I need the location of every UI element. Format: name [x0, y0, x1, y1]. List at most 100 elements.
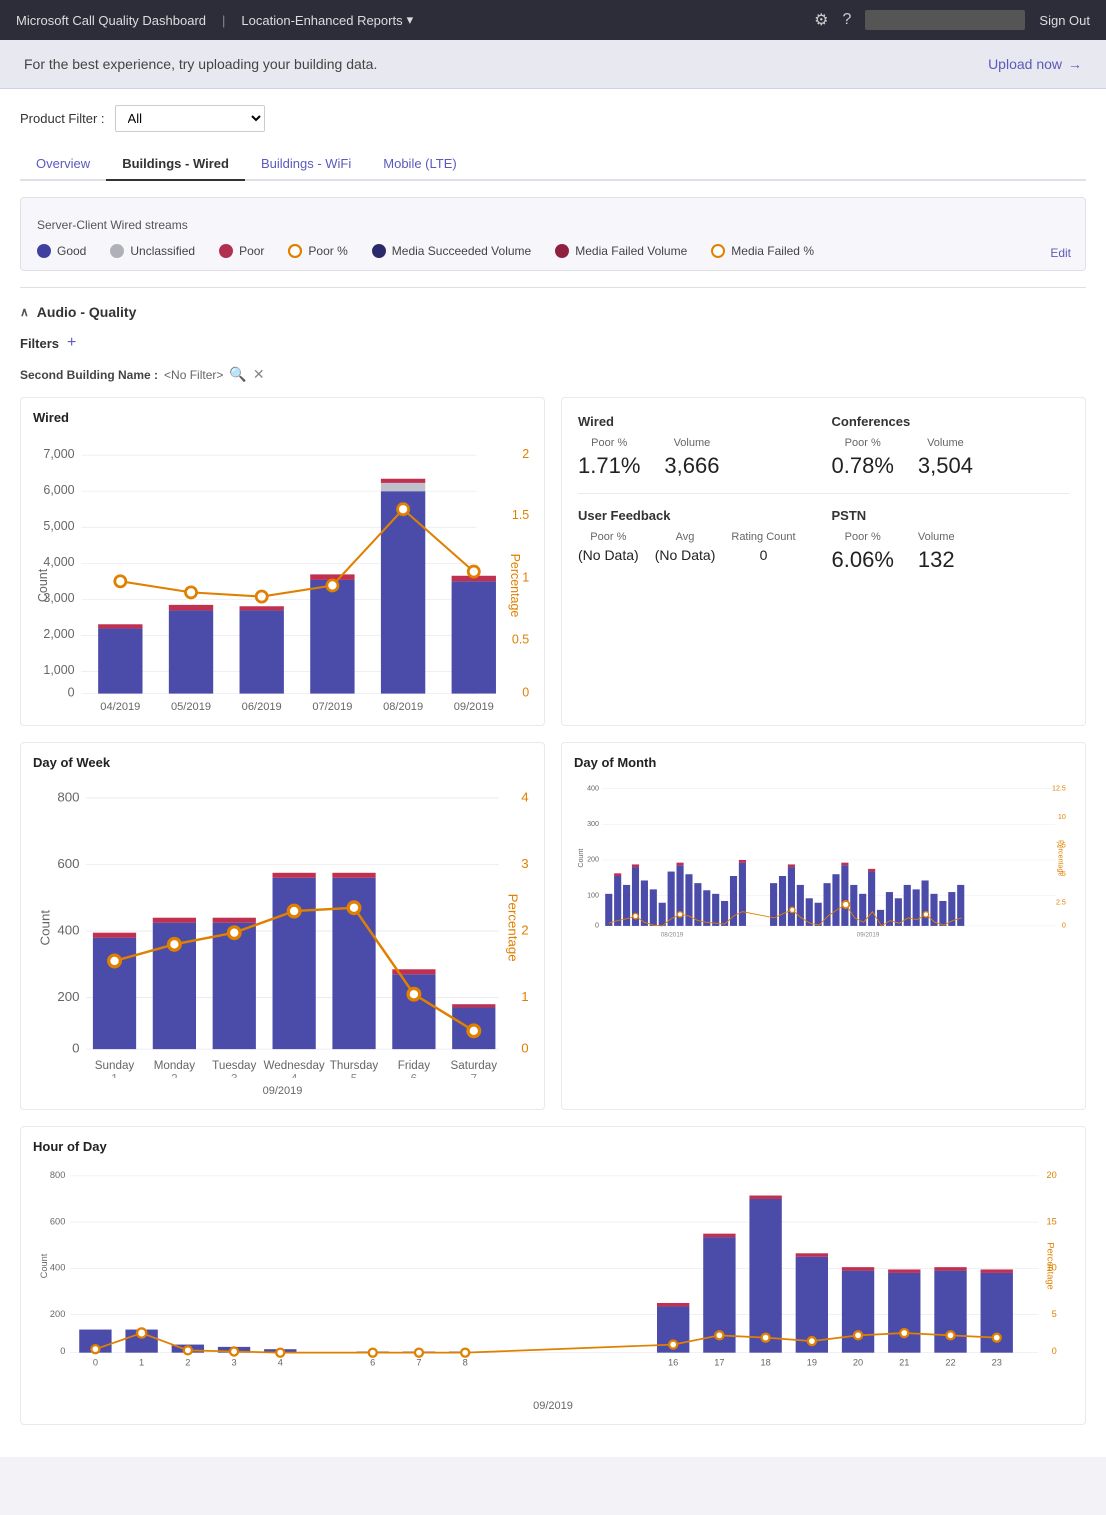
legend-poor: Poor [219, 244, 264, 258]
main-content: Product Filter : All Teams Skype for Bus… [0, 89, 1106, 1457]
pstn-volume-label: Volume [918, 531, 955, 543]
day-of-week-svg: 800 600 400 200 0 [33, 778, 532, 1077]
svg-text:Sunday: Sunday [95, 1059, 135, 1072]
stats-grid: Wired Poor % 1.71% Volume 3,666 C [578, 414, 1069, 479]
svg-text:2: 2 [521, 923, 528, 938]
svg-text:200: 200 [50, 1308, 65, 1318]
legend-unclassified: Unclassified [110, 244, 195, 258]
pstn-stats: PSTN Poor % 6.06% Volume 132 [832, 508, 1070, 573]
svg-text:2.5: 2.5 [1056, 899, 1066, 907]
wired-poor-pct-value: 1.71% [578, 453, 640, 479]
stats-panel: Wired Poor % 1.71% Volume 3,666 C [561, 397, 1086, 726]
gear-icon[interactable]: ⚙ [814, 10, 828, 30]
svg-text:0: 0 [72, 1041, 79, 1056]
day-of-month-svg: 400 300 200 100 0 12.5 10 7.5 5 2 [574, 778, 1073, 956]
wired-chart-svg-wrap: 7,000 6,000 5,000 4,000 3,000 2,000 1,00… [33, 433, 532, 713]
svg-text:0: 0 [68, 685, 75, 699]
legend-dot-good [37, 244, 51, 258]
filter-clear-icon[interactable]: ✕ [253, 366, 265, 383]
second-building-label: Second Building Name : [20, 368, 158, 382]
user-feedback-row: Poor % (No Data) Avg (No Data) Rating Co… [578, 531, 816, 563]
svg-text:1: 1 [111, 1073, 117, 1078]
svg-text:3: 3 [521, 856, 528, 871]
audio-quality-header[interactable]: ∧ Audio - Quality [20, 304, 1086, 320]
banner: For the best experience, try uploading y… [0, 40, 1106, 89]
svg-text:04/2019: 04/2019 [100, 701, 140, 710]
svg-text:Percentage: Percentage [506, 894, 521, 962]
top-nav: Microsoft Call Quality Dashboard | Locat… [0, 0, 1106, 40]
svg-text:15: 15 [1047, 1216, 1057, 1226]
svg-text:2: 2 [185, 1357, 190, 1367]
feedback-avg-value: (No Data) [655, 547, 716, 563]
svg-text:07/2019: 07/2019 [312, 701, 352, 710]
product-filter-select[interactable]: All Teams Skype for Business [115, 105, 265, 132]
filter-chip-row: Second Building Name : <No Filter> 🔍 ✕ [20, 366, 1086, 383]
collapse-arrow-icon: ∧ [20, 305, 29, 319]
svg-text:22: 22 [945, 1357, 955, 1367]
svg-text:20: 20 [1047, 1170, 1057, 1180]
svg-text:4: 4 [278, 1357, 283, 1367]
svg-text:5: 5 [1052, 1308, 1057, 1318]
tab-buildings-wifi[interactable]: Buildings - WiFi [245, 148, 367, 181]
svg-text:19: 19 [807, 1357, 817, 1367]
svg-text:06/2019: 06/2019 [242, 701, 282, 710]
upload-link[interactable]: Upload now → [988, 56, 1082, 72]
wired-poor-pct-label: Poor % [578, 437, 640, 449]
svg-text:0: 0 [93, 1357, 98, 1367]
legend-good: Good [37, 244, 86, 258]
pstn-poor-pct-col: Poor % 6.06% [832, 531, 894, 573]
stats-grid-2: User Feedback Poor % (No Data) Avg (No D… [578, 508, 1069, 573]
svg-text:400: 400 [587, 785, 599, 793]
svg-text:0: 0 [522, 685, 529, 699]
banner-text: For the best experience, try uploading y… [24, 56, 377, 72]
svg-text:0: 0 [1062, 922, 1066, 930]
conf-poor-pct-label: Poor % [832, 437, 894, 449]
svg-text:2: 2 [522, 447, 529, 461]
svg-text:Count: Count [36, 568, 50, 602]
pstn-poor-pct-label: Poor % [832, 531, 894, 543]
svg-text:21: 21 [899, 1357, 909, 1367]
pstn-volume-value: 132 [918, 547, 955, 573]
nav-link[interactable]: Location-Enhanced Reports ▾ [241, 12, 413, 28]
svg-text:600: 600 [57, 856, 79, 871]
legend-media-failed: Media Failed Volume [555, 244, 687, 258]
filters-label: Filters [20, 336, 59, 351]
edit-button[interactable]: Edit [1050, 246, 1071, 260]
legend-items: Good Unclassified Poor Poor % Media Succ… [37, 244, 1069, 258]
svg-text:0: 0 [1052, 1345, 1057, 1355]
legend-dot-poor-pct [288, 244, 302, 258]
svg-text:0: 0 [595, 922, 599, 930]
help-icon[interactable]: ? [843, 11, 852, 29]
filter-search-icon[interactable]: 🔍 [229, 366, 246, 383]
svg-text:Percentage: Percentage [1046, 1242, 1056, 1289]
hour-of-day-svg: 800 600 400 200 0 20 15 10 5 0 [33, 1162, 1073, 1393]
second-building-value: <No Filter> [164, 368, 223, 382]
feedback-avg-label: Avg [655, 531, 716, 543]
svg-text:4,000: 4,000 [43, 555, 74, 569]
legend-label-good: Good [57, 244, 86, 258]
day-of-month-svg-wrap: 400 300 200 100 0 12.5 10 7.5 5 2 [574, 778, 1073, 959]
svg-text:17: 17 [714, 1357, 724, 1367]
second-building-filter: Second Building Name : <No Filter> 🔍 ✕ [20, 366, 265, 383]
svg-text:7,000: 7,000 [43, 447, 74, 461]
svg-text:5,000: 5,000 [43, 519, 74, 533]
wired-stats: Wired Poor % 1.71% Volume 3,666 [578, 414, 816, 479]
tab-mobile[interactable]: Mobile (LTE) [367, 148, 472, 181]
svg-text:7: 7 [416, 1357, 421, 1367]
svg-text:Monday: Monday [154, 1059, 196, 1072]
tab-overview[interactable]: Overview [20, 148, 106, 181]
sign-out-button[interactable]: Sign Out [1039, 13, 1090, 28]
filter-add-button[interactable]: + [67, 334, 76, 352]
svg-text:Tuesday: Tuesday [212, 1059, 256, 1072]
svg-text:400: 400 [57, 923, 79, 938]
svg-text:0.5: 0.5 [512, 633, 529, 647]
user-feedback-title: User Feedback [578, 508, 816, 523]
svg-text:800: 800 [57, 790, 79, 805]
conf-poor-pct-col: Poor % 0.78% [832, 437, 894, 479]
svg-text:09/2019: 09/2019 [857, 932, 880, 939]
wired-chart-svg: 7,000 6,000 5,000 4,000 3,000 2,000 1,00… [33, 433, 532, 710]
wired-chart-title: Wired [33, 410, 532, 425]
svg-text:Count: Count [38, 910, 53, 946]
tab-buildings-wired[interactable]: Buildings - Wired [106, 148, 245, 181]
svg-text:3: 3 [231, 1357, 236, 1367]
